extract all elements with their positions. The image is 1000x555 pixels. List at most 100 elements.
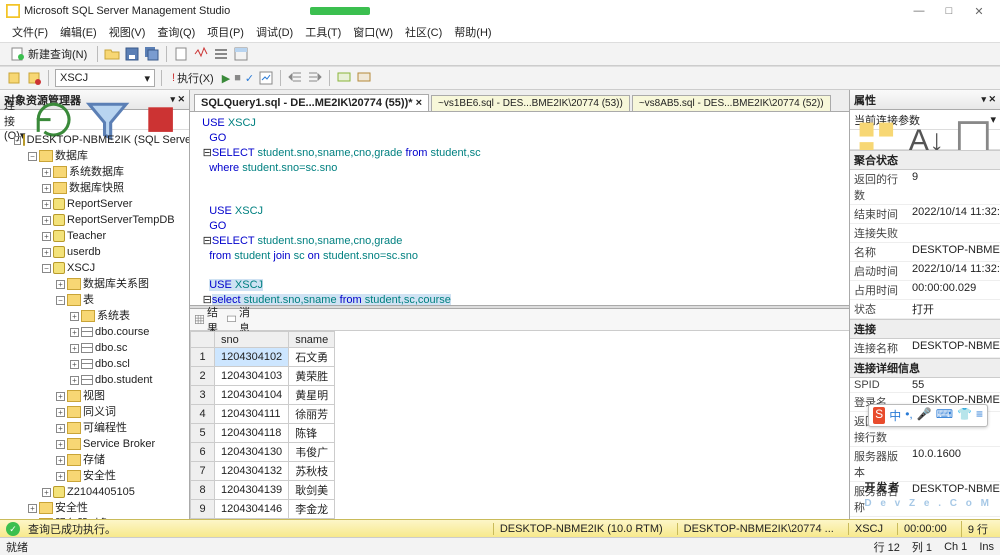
properties-title: 属性 — [854, 92, 876, 108]
table-row[interactable]: 21204304103黄荣胜 — [191, 367, 335, 386]
stop-icon[interactable]: ■ — [234, 72, 241, 84]
tree-security2[interactable]: 安全性 — [55, 500, 88, 516]
table-row[interactable]: 91204304146李金龙 — [191, 500, 335, 519]
tab-sqlquery1[interactable]: SQLQuery1.sql - DE...ME2IK\20774 (55))* … — [194, 94, 429, 111]
object-tree[interactable]: −DESKTOP-NBME2IK (SQL Server 10.0.160 −数… — [0, 130, 189, 519]
menu-window[interactable]: 窗口(W) — [349, 24, 397, 40]
table-row[interactable]: 51204304118陈锋 — [191, 424, 335, 443]
menu-tools[interactable]: 工具(T) — [301, 24, 345, 40]
ime-mic-icon[interactable]: 🎤 — [917, 407, 932, 424]
save-icon[interactable] — [124, 46, 140, 62]
indent-icon[interactable] — [307, 70, 323, 86]
server-icon — [23, 134, 25, 146]
cat-connection: 连接 — [850, 319, 1000, 339]
tree-rs[interactable]: ReportServer — [67, 196, 132, 212]
status-ins: Ins — [979, 541, 994, 553]
doc-icon[interactable] — [173, 46, 189, 62]
status-col: 列 1 — [912, 539, 932, 555]
comment-icon[interactable] — [336, 70, 352, 86]
database-combo[interactable]: XSCJ ▾ — [55, 69, 155, 87]
change-conn-icon[interactable] — [26, 70, 42, 86]
tree-serverobjects[interactable]: 服务器对象 — [55, 516, 110, 519]
table-row[interactable]: 61204304130韦俊广 — [191, 443, 335, 462]
chevron-down-icon: ▾ — [144, 72, 150, 85]
tree-sc[interactable]: dbo.sc — [95, 340, 127, 356]
tree-server[interactable]: DESKTOP-NBME2IK (SQL Server 10.0.160 — [27, 132, 189, 148]
tree-databases[interactable]: 数据库 — [55, 148, 88, 164]
new-query-button[interactable]: 新建查询(N) — [6, 45, 91, 63]
table-row[interactable]: 41204304111徐丽芳 — [191, 405, 335, 424]
exec-rows: 9 行 — [961, 521, 994, 537]
tree-xscj[interactable]: XSCJ — [67, 260, 95, 276]
ime-keyboard-icon[interactable]: ⌨ — [936, 407, 953, 424]
ime-menu-icon[interactable]: ≡ — [976, 407, 983, 424]
tree-teacher[interactable]: Teacher — [67, 228, 106, 244]
tab-vs1be6[interactable]: ~vs1BE6.sql - DES...BME2IK\20774 (53)) — [431, 95, 630, 111]
outdent-icon[interactable] — [287, 70, 303, 86]
tree-student[interactable]: dbo.student — [95, 372, 153, 388]
menu-file[interactable]: 文件(F) — [8, 24, 52, 40]
menu-help[interactable]: 帮助(H) — [450, 24, 495, 40]
table-row[interactable]: 71204304132苏秋枝 — [191, 462, 335, 481]
maximize-button[interactable]: □ — [934, 5, 964, 17]
execution-status-bar: ✓ 查询已成功执行。 DESKTOP-NBME2IK (10.0 RTM) DE… — [0, 519, 1000, 537]
object-explorer: 对象资源管理器 ▾ ✕ 连接(O)▾ −DESKTOP-NBME2IK (SQL… — [0, 90, 190, 519]
tree-systables[interactable]: 系统表 — [97, 308, 130, 324]
tree-sysdb[interactable]: 系统数据库 — [69, 164, 124, 180]
uncomment-icon[interactable] — [356, 70, 372, 86]
menu-view[interactable]: 视图(V) — [105, 24, 150, 40]
menu-community[interactable]: 社区(C) — [401, 24, 446, 40]
sql-editor[interactable]: USE XSCJ GO ⊟SELECT student.sno,sname,cn… — [190, 112, 849, 305]
tree-views[interactable]: 视图 — [83, 388, 105, 404]
tree-security[interactable]: 安全性 — [83, 468, 116, 484]
properties-grid[interactable]: 聚合状态 返回的行数9 结束时间2022/10/14 11:32:0 连接失败 … — [850, 150, 1000, 519]
connect-icon[interactable] — [6, 70, 22, 86]
ime-skin-icon[interactable]: 👕 — [957, 407, 972, 424]
save-all-icon[interactable] — [144, 46, 160, 62]
cat-detail: 连接详细信息 — [850, 358, 1000, 378]
tree-scl[interactable]: dbo.scl — [95, 356, 130, 372]
panel-close-icon[interactable]: ▾ ✕ — [981, 94, 996, 105]
table-row[interactable]: 11204304102石文勇 — [191, 348, 335, 367]
tree-servicebroker[interactable]: Service Broker — [83, 436, 155, 452]
editor-panel: SQLQuery1.sql - DE...ME2IK\20774 (55))* … — [190, 90, 850, 519]
query-toolbar: XSCJ ▾ ! 执行(X) ▶ ■ ✓ — [0, 66, 1000, 90]
menu-project[interactable]: 项目(P) — [203, 24, 248, 40]
ime-punct-icon[interactable]: •, — [905, 407, 913, 424]
ime-cn-icon[interactable]: 中 — [889, 407, 901, 424]
result-grid[interactable]: snosname11204304102石文勇21204304103黄荣胜3120… — [190, 331, 849, 519]
tree-diagram[interactable]: 数据库关系图 — [83, 276, 149, 292]
tree-programmability[interactable]: 可编程性 — [83, 420, 127, 436]
tree-snapshot[interactable]: 数据库快照 — [69, 180, 124, 196]
parse-icon[interactable]: ✓ — [245, 72, 254, 85]
tree-course[interactable]: dbo.course — [95, 324, 149, 340]
minimize-button[interactable]: — — [904, 5, 934, 17]
open-icon[interactable] — [104, 46, 120, 62]
tree-synonyms[interactable]: 同义词 — [83, 404, 116, 420]
tab-vs8ab5[interactable]: ~vs8AB5.sql - DES...BME2IK\20774 (52)) — [632, 95, 831, 111]
tree-z21[interactable]: Z2104405105 — [67, 484, 135, 500]
success-icon: ✓ — [6, 522, 20, 536]
tree-userdb[interactable]: userdb — [67, 244, 101, 260]
toolbar: 新建查询(N) — [0, 42, 1000, 66]
close-button[interactable]: ✕ — [964, 5, 994, 18]
props-icon[interactable] — [233, 46, 249, 62]
cat-aggregate: 聚合状态 — [850, 150, 1000, 170]
activity-icon[interactable] — [193, 46, 209, 62]
tree-rst[interactable]: ReportServerTempDB — [67, 212, 175, 228]
execute-button[interactable]: ! 执行(X) — [168, 69, 218, 87]
ime-toolbar[interactable]: S 中 •, 🎤 ⌨ 👕 ≡ — [868, 404, 988, 427]
menu-edit[interactable]: 编辑(E) — [56, 24, 101, 40]
tree-tables[interactable]: 表 — [83, 292, 94, 308]
table-row[interactable]: 31204304104黄星明 — [191, 386, 335, 405]
status-ready: 就绪 — [6, 539, 28, 555]
menu-debug[interactable]: 调试(D) — [252, 24, 297, 40]
estimate-plan-icon[interactable] — [258, 70, 274, 86]
debug-play-icon[interactable]: ▶ — [222, 72, 230, 85]
list-icon[interactable] — [213, 46, 229, 62]
msg-icon — [226, 314, 237, 325]
menu-query[interactable]: 查询(Q) — [153, 24, 199, 40]
exec-time: 00:00:00 — [897, 523, 953, 535]
table-row[interactable]: 81204304139耿剑美 — [191, 481, 335, 500]
tree-storage[interactable]: 存储 — [83, 452, 105, 468]
